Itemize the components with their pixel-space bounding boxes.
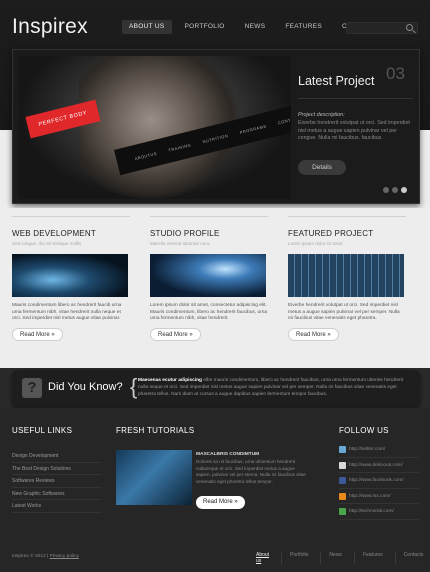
- social-rss[interactable]: http://www.rss.com/: [339, 489, 419, 504]
- technorati-icon: [339, 508, 346, 515]
- page: Inspirex ABOUT US PORTFOLIO NEWS FEATURE…: [0, 0, 430, 572]
- column-text: Lorem ipsum dolor sit amet, consectetur …: [150, 303, 268, 322]
- divider: [12, 216, 130, 217]
- social-label: http://www.rss.com/: [349, 493, 391, 499]
- strip-item: PROGRAMS: [239, 123, 267, 135]
- column-title: WEB DEVELOPMENT: [12, 229, 96, 238]
- strip-item: ABOUTUS: [134, 150, 158, 161]
- copyright-text: Inspirex © 2012 |: [12, 554, 49, 559]
- social-label: http://twitter.com/: [349, 447, 386, 452]
- details-button[interactable]: Details: [298, 160, 346, 175]
- column-subtitle: Maecila viverrat laborate nunc: [150, 241, 211, 246]
- read-more-button[interactable]: Read More »: [150, 328, 201, 342]
- footer-link[interactable]: New Graphic Softwares: [12, 488, 102, 500]
- content-columns: WEB DEVELOPMENT Sed congue, dui vel tris…: [0, 208, 430, 368]
- column-subtitle: Lorem ipsum dolor sit amet: [288, 241, 343, 246]
- footer-link[interactable]: Softwares Reviews: [12, 475, 102, 488]
- facebook-icon: [339, 477, 346, 484]
- site-logo[interactable]: Inspirex: [12, 15, 88, 39]
- search-icon[interactable]: [406, 24, 413, 31]
- divider: [150, 216, 268, 217]
- privacy-policy-link[interactable]: Privacy policy: [50, 554, 79, 559]
- slide-number: 03: [386, 64, 405, 83]
- read-more-button[interactable]: Read More »: [288, 328, 339, 342]
- column-featured-project: FEATURED PROJECT Lorem ipsum dolor sit a…: [288, 216, 406, 342]
- project-subtitle: Project description:: [298, 112, 345, 118]
- nav-news[interactable]: NEWS: [238, 20, 273, 34]
- footer-nav: About us Portfolio News Features Contact…: [248, 552, 430, 564]
- tutorial-heading: MASCALBRIS CONDIMTUM: [196, 452, 260, 457]
- tutorial-text: Dolores sa nit faucibus, urna ulmentum h…: [196, 459, 306, 484]
- social-twitter[interactable]: http://twitter.com/: [339, 442, 419, 458]
- twitter-icon: [339, 446, 346, 453]
- divider: [298, 98, 413, 99]
- read-more-button[interactable]: Read More »: [12, 328, 63, 342]
- did-you-know-bold: Maecenas ecutur adipiscing: [138, 378, 202, 383]
- did-you-know-title: Did You Know?: [48, 381, 123, 393]
- copyright: Inspirex © 2012 | Privacy policy: [12, 554, 79, 559]
- slider: PERFECT BODY ABOUTUS TRAINING NUTRITION …: [12, 49, 420, 204]
- nav-portfolio[interactable]: PORTFOLIO: [178, 20, 232, 34]
- latest-project-title: Latest Project: [298, 74, 375, 88]
- column-web-development: WEB DEVELOPMENT Sed congue, dui vel tris…: [12, 216, 130, 342]
- tutorial-read-more-button[interactable]: Read More »: [196, 496, 245, 509]
- useful-links-title: USEFUL LINKS: [12, 426, 73, 435]
- footer-link[interactable]: Design Development: [12, 450, 102, 463]
- hand-light-image: [150, 254, 266, 297]
- slider-dot[interactable]: [383, 187, 389, 193]
- building-image: [288, 254, 404, 297]
- rss-icon: [339, 492, 346, 500]
- footer-nav-portfolio[interactable]: Portfolio: [281, 552, 320, 564]
- slider-dot-active[interactable]: [401, 187, 407, 193]
- column-title: FEATURED PROJECT: [288, 229, 374, 238]
- project-text: Eiverbe hendrerit volutpat ut orci. Sed …: [298, 120, 410, 141]
- nav-about-us[interactable]: ABOUT US: [122, 20, 172, 34]
- question-icon: ?: [22, 378, 42, 398]
- globe-image: [12, 254, 128, 297]
- footer-nav-about-us[interactable]: About us: [248, 552, 281, 564]
- divider: [288, 216, 406, 217]
- social-label: http://technorati.com/: [349, 509, 394, 514]
- social-label: http://www.facebook.com/: [349, 478, 404, 483]
- footer-link[interactable]: Latest Works: [12, 500, 102, 513]
- column-subtitle: Sed congue, dui vel tristique mollis: [12, 241, 82, 246]
- strip-item: TRAINING: [167, 141, 192, 153]
- tutorial-image: [116, 450, 192, 505]
- social-technorati[interactable]: http://technorati.com/: [339, 504, 419, 520]
- delicious-icon: [339, 461, 346, 469]
- footer-nav-features[interactable]: Features: [353, 552, 395, 564]
- did-you-know-text: Maecenas ecutur adipiscing elbe mauris c…: [138, 378, 413, 398]
- did-you-know-bar: ? Did You Know? { Maecenas ecutur adipis…: [12, 370, 420, 406]
- brace-icon: {: [130, 374, 138, 399]
- social-links: http://twitter.com/ http://www.delicious…: [339, 442, 419, 520]
- column-text: Eiverbe hendrerit volutpat ut orci. Sed …: [288, 303, 400, 322]
- column-text: Mauris condimentum libero ac hendrerit f…: [12, 303, 122, 322]
- follow-us-title: FOLLOW US: [339, 426, 389, 435]
- footer-link[interactable]: The Best Design Solutions: [12, 463, 102, 475]
- footer-nav-contacts[interactable]: Contacts: [394, 552, 430, 564]
- column-title: STUDIO PROFILE: [150, 229, 220, 238]
- strip-item: NUTRITION: [201, 132, 229, 144]
- strip-item: CONTACTS: [277, 113, 291, 125]
- slider-pagination: [383, 187, 407, 193]
- footer: USEFUL LINKS Design Development The Best…: [0, 408, 430, 572]
- fresh-tutorials-title: FRESH TUTORIALS: [116, 426, 195, 435]
- social-label: http://www.delicious.com/: [349, 462, 403, 468]
- column-studio-profile: STUDIO PROFILE Maecila viverrat laborate…: [150, 216, 268, 342]
- social-facebook[interactable]: http://www.facebook.com/: [339, 473, 419, 489]
- useful-links-list: Design Development The Best Design Solut…: [12, 450, 102, 513]
- header-area: Inspirex ABOUT US PORTFOLIO NEWS FEATURE…: [0, 0, 430, 208]
- search-input[interactable]: [346, 22, 418, 34]
- social-delicious[interactable]: http://www.delicious.com/: [339, 458, 419, 473]
- footer-nav-news[interactable]: News: [320, 552, 354, 564]
- nav-features[interactable]: FEATURES: [278, 20, 329, 34]
- slider-image: PERFECT BODY ABOUTUS TRAINING NUTRITION …: [19, 56, 291, 199]
- slider-dot[interactable]: [392, 187, 398, 193]
